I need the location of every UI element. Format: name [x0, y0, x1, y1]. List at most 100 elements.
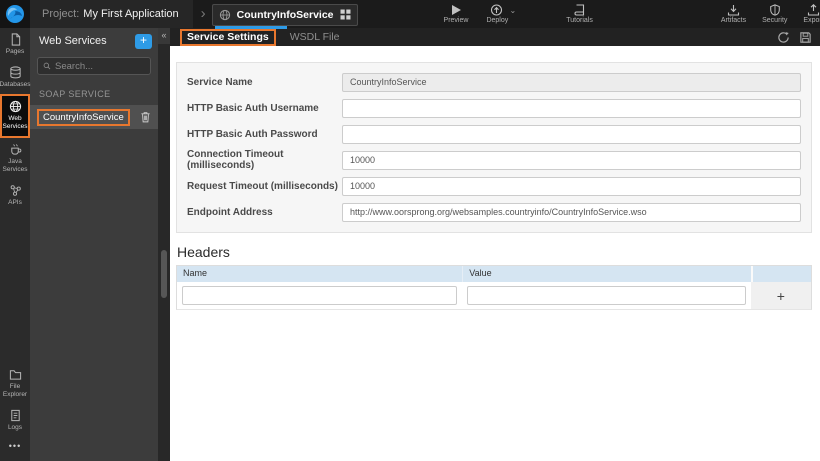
form-row-service-name: Service Name [187, 72, 801, 92]
service-search[interactable] [37, 57, 151, 75]
top-bar: Project: My First Application › CountryI… [0, 0, 820, 29]
service-name-input [342, 72, 801, 92]
book-icon [574, 4, 584, 16]
sidebar-label-apis: APIs [8, 198, 22, 206]
header-column-actions [750, 266, 811, 282]
refresh-icon[interactable] [777, 31, 790, 44]
security-label: Security [762, 17, 788, 24]
headers-table-row: + [177, 282, 811, 309]
tab-wsdl-file[interactable]: WSDL File [290, 31, 340, 43]
project-label: Project: [42, 8, 80, 20]
service-settings-form: Service Name HTTP Basic Auth Username HT… [176, 62, 812, 233]
form-row-connection-timeout: Connection Timeout (milliseconds) [187, 149, 801, 171]
endpoint-address-label: Endpoint Address [187, 206, 273, 218]
globe-icon [219, 9, 230, 20]
header-value-input[interactable] [467, 286, 746, 306]
log-file-icon [10, 409, 20, 421]
tutorials-label: Tutorials [566, 17, 593, 24]
preview-button[interactable]: Preview [443, 0, 469, 24]
service-item-label[interactable]: CountryInfoService [37, 108, 130, 126]
search-icon [43, 62, 51, 70]
upload-icon [807, 4, 820, 16]
form-row-request-timeout: Request Timeout (milliseconds) [187, 176, 801, 196]
sidebar-label-java-services: Java Services [2, 157, 28, 173]
connection-timeout-label: Connection Timeout (milliseconds) [187, 149, 284, 171]
sidebar-item-logs[interactable]: Logs [0, 404, 30, 437]
content-tabbar: Service Settings WSDL File [170, 28, 820, 46]
artifacts-label: Artifacts [720, 17, 747, 24]
export-label: Export [803, 17, 820, 24]
deploy-caret-icon: ⌄ [509, 6, 517, 15]
endpoint-address-input[interactable] [342, 202, 801, 222]
header-column-value: Value [462, 266, 750, 282]
search-input[interactable] [55, 60, 145, 72]
sidebar-item-databases[interactable]: Databases [0, 61, 31, 94]
request-timeout-label: Request Timeout (milliseconds) [187, 180, 338, 192]
header-column-name: Name [183, 268, 208, 278]
security-button[interactable]: Security [762, 0, 787, 24]
panel-collapse-strip: « [158, 28, 170, 461]
project-name: My First Application [83, 8, 179, 20]
sidebar-more-button[interactable]: ••• [0, 437, 30, 455]
sidebar-item-file-explorer[interactable]: File Explorer [0, 363, 30, 404]
left-sidebar: Pages Databases Web Services Java Servic… [0, 28, 31, 461]
main-content: Service Settings WSDL File Service Name … [170, 28, 820, 461]
headers-table-head: Name Value [177, 266, 811, 282]
open-service-tab[interactable]: CountryInfoService [211, 3, 358, 29]
add-service-button[interactable]: + [135, 33, 152, 49]
sidebar-label-databases: Databases [0, 81, 31, 89]
panel-title: Web Services [39, 35, 107, 47]
globe-icon [9, 101, 21, 113]
tab-service-settings[interactable]: Service Settings [180, 28, 276, 46]
topbar-actions: Preview ⌄ Deploy Tutorials Artifacts Sec… [358, 0, 820, 28]
sidebar-item-java-services[interactable]: Java Services [0, 138, 30, 179]
add-header-button[interactable]: + [777, 289, 785, 303]
soap-service-section-label: SOAP SERVICE [39, 89, 111, 99]
coffee-icon [10, 143, 21, 155]
wavemaker-logo-icon [6, 5, 24, 23]
connection-timeout-input[interactable] [342, 150, 801, 170]
sidebar-item-pages[interactable]: Pages [0, 28, 30, 61]
delete-icon[interactable] [140, 111, 151, 123]
breadcrumb-chevron-icon: › [200, 4, 206, 22]
tabbar-actions [777, 31, 812, 44]
tutorials-button[interactable]: Tutorials [566, 0, 593, 24]
save-icon[interactable] [799, 31, 812, 44]
api-icon [10, 184, 21, 196]
collapse-panel-button[interactable]: « [158, 28, 170, 44]
app-logo[interactable] [0, 0, 30, 28]
service-list-item[interactable]: CountryInfoService [30, 105, 158, 129]
sidebar-label-web-services: Web Services [2, 115, 28, 131]
preview-label: Preview [443, 17, 469, 24]
artifacts-button[interactable]: Artifacts [721, 0, 746, 24]
header-name-input[interactable] [182, 286, 458, 306]
panel-scrollbar[interactable] [161, 250, 167, 298]
headers-table: Name Value + [176, 265, 812, 310]
service-tab-label: CountryInfoService [236, 8, 334, 21]
sidebar-item-web-services[interactable]: Web Services [0, 94, 30, 138]
shield-icon [769, 4, 780, 16]
grid-icon[interactable] [340, 9, 351, 20]
deploy-label: Deploy [486, 17, 509, 24]
request-timeout-input[interactable] [342, 176, 801, 196]
auth-password-input[interactable] [342, 124, 801, 144]
play-icon [451, 5, 461, 15]
sidebar-label-file-explorer: File Explorer [2, 382, 28, 398]
auth-username-label: HTTP Basic Auth Username [187, 102, 319, 114]
sidebar-label-pages: Pages [5, 48, 25, 55]
deploy-button[interactable]: ⌄ Deploy [486, 0, 516, 24]
project-breadcrumb[interactable]: Project: My First Application [30, 0, 193, 28]
folder-icon [9, 369, 21, 380]
auth-username-input[interactable] [342, 98, 801, 118]
form-row-endpoint-address: Endpoint Address [187, 202, 801, 222]
export-button[interactable]: ⌄ Export [803, 0, 820, 24]
sidebar-item-apis[interactable]: APIs [0, 179, 30, 212]
web-services-panel: Web Services + SOAP SERVICE CountryInfoS… [30, 28, 158, 461]
sidebar-label-logs: Logs [7, 423, 23, 431]
form-row-auth-password: HTTP Basic Auth Password [187, 124, 801, 144]
sidebar-bottom: File Explorer Logs ••• [0, 363, 30, 455]
page-icon [11, 33, 20, 46]
database-icon [9, 66, 21, 79]
download-icon [727, 5, 740, 16]
panel-header: Web Services + [30, 28, 158, 54]
